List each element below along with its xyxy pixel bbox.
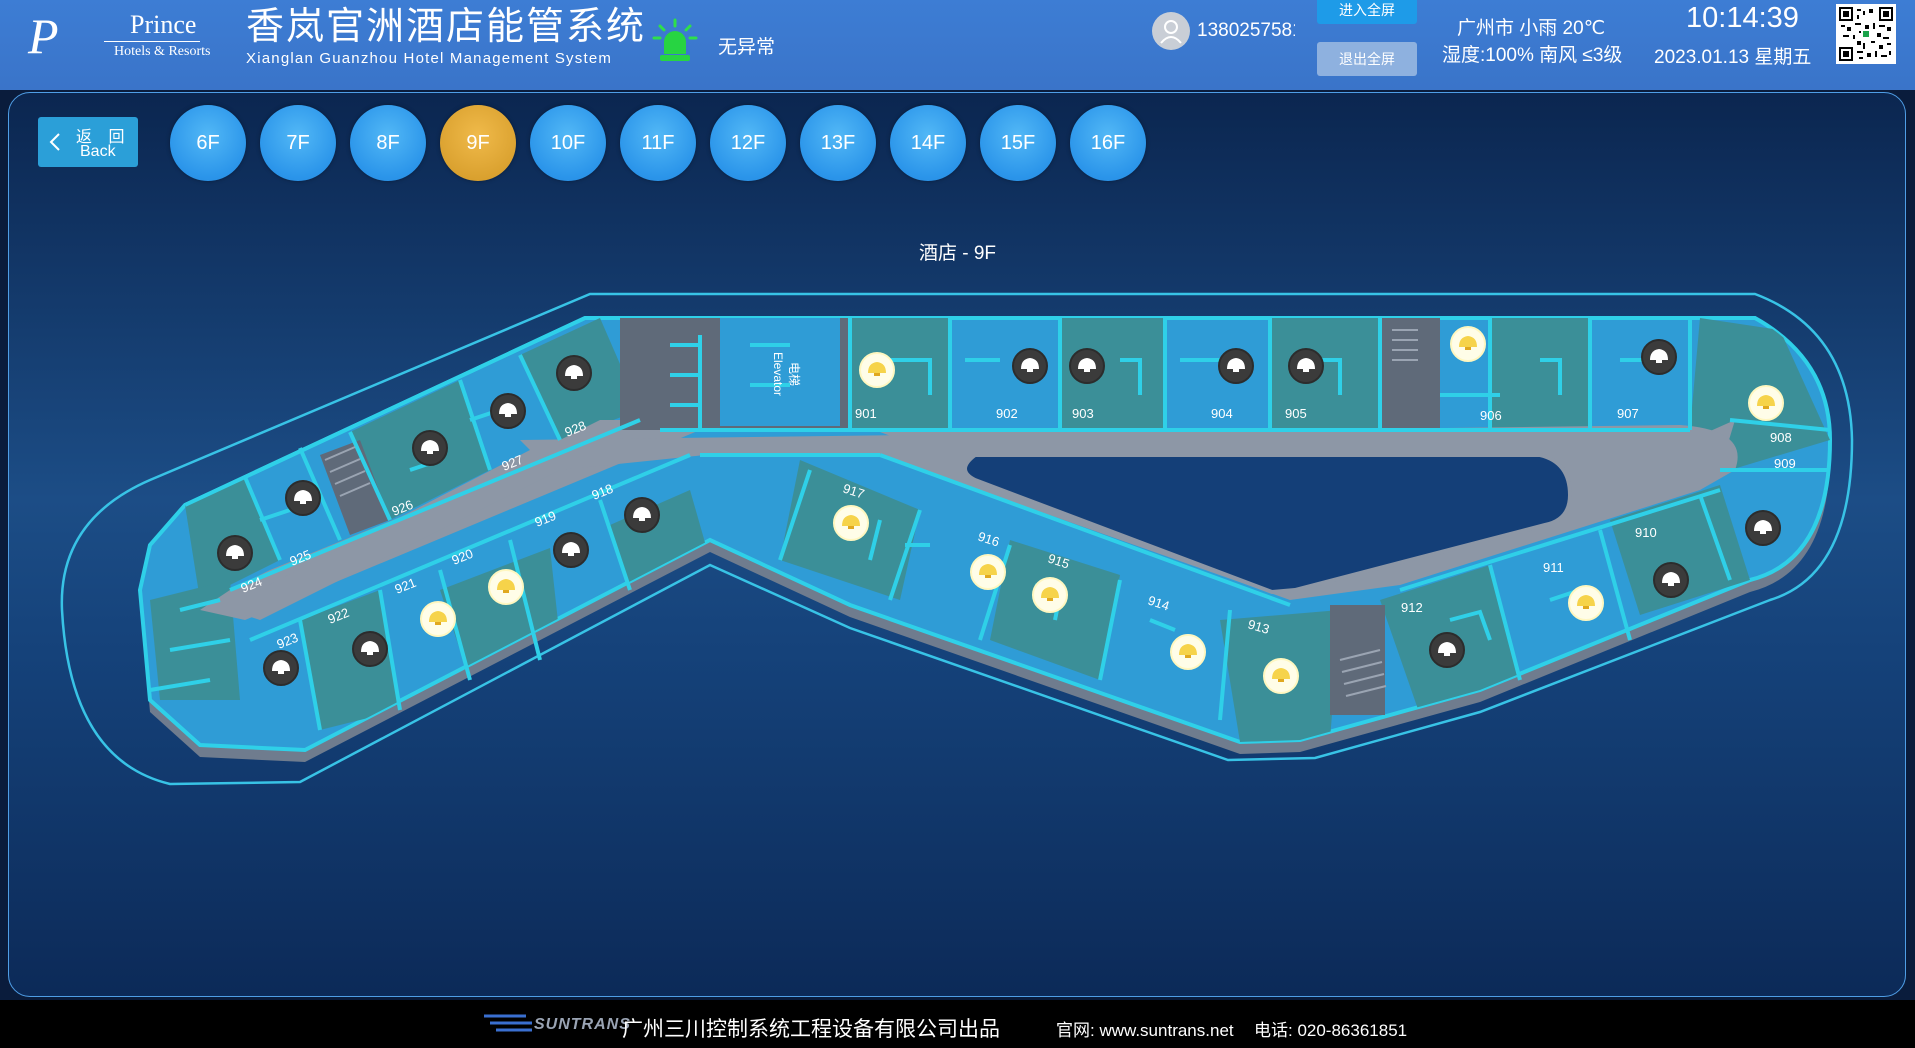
lamp-icon-922[interactable] — [352, 631, 388, 667]
lamp-icon-928[interactable] — [556, 355, 592, 391]
lamp-icon-919[interactable] — [553, 532, 589, 568]
lamp-icon-905[interactable] — [1288, 348, 1324, 384]
lamp-icon-923[interactable] — [263, 650, 299, 686]
floor-plan: 电梯 Elevator 901 902 903 904 905 906 907 … — [60, 292, 1854, 786]
footer-website[interactable]: 官网: www.suntrans.net — [1056, 1016, 1234, 1041]
suntrans-logo-icon — [484, 1014, 532, 1032]
lamp-icon-906[interactable] — [1450, 326, 1486, 362]
lamp-icon-926[interactable] — [412, 430, 448, 466]
room-label: 907 — [1617, 406, 1639, 421]
lamp-icon-914[interactable] — [1170, 634, 1206, 670]
lamp-icon-907[interactable] — [1641, 339, 1677, 375]
room-label: 904 — [1211, 406, 1233, 421]
room-label: 902 — [996, 406, 1018, 421]
room-label: 906 — [1480, 408, 1502, 423]
lamp-icon-915[interactable] — [1032, 577, 1068, 613]
lamp-icon-913[interactable] — [1263, 658, 1299, 694]
lamp-icon-903[interactable] — [1069, 348, 1105, 384]
room-label: 912 — [1401, 600, 1423, 615]
lamp-icon-917[interactable] — [833, 505, 869, 541]
lamp-icon-901[interactable] — [859, 352, 895, 388]
suntrans-logo-text: SUNTRANS — [534, 1016, 631, 1033]
lamp-icon-918[interactable] — [624, 497, 660, 533]
lamp-icon-908[interactable] — [1748, 385, 1784, 421]
lamp-icon-920[interactable] — [488, 569, 524, 605]
room-label: 903 — [1072, 406, 1094, 421]
lamp-icon-911[interactable] — [1568, 585, 1604, 621]
lamp-icon-904[interactable] — [1218, 348, 1254, 384]
room-label: 909 — [1774, 456, 1796, 471]
room-label: 905 — [1285, 406, 1307, 421]
room-label: 908 — [1770, 430, 1792, 445]
lamp-icon-912[interactable] — [1429, 632, 1465, 668]
lamp-icon-916[interactable] — [970, 554, 1006, 590]
elevator-label-en: Elevator — [771, 352, 785, 396]
footer-phone: 电话: 020-86361851 — [1254, 1021, 1408, 1040]
lamp-icon-927[interactable] — [490, 393, 526, 429]
lamp-icon-909[interactable] — [1745, 510, 1781, 546]
lamp-icon-902[interactable] — [1012, 348, 1048, 384]
suntrans-logo: SUNTRANS — [482, 1010, 630, 1038]
room-label: 910 — [1635, 525, 1657, 540]
footer-company: 广州三川控制系统工程设备有限公司出品 — [622, 1018, 1000, 1041]
lamp-icon-921[interactable] — [420, 601, 456, 637]
stair-core-north — [1380, 318, 1440, 430]
stair-core-south — [1330, 605, 1385, 715]
footer-bar: SUNTRANS 广州三川控制系统工程设备有限公司出品 官网: www.sunt… — [0, 1000, 1915, 1048]
lamp-icon-910[interactable] — [1653, 562, 1689, 598]
lamp-icon-925[interactable] — [285, 480, 321, 516]
elevator-label-cn: 电梯 — [787, 362, 801, 386]
lamp-icon-924[interactable] — [217, 535, 253, 571]
room-label: 911 — [1543, 560, 1564, 575]
room-label: 901 — [855, 406, 877, 421]
